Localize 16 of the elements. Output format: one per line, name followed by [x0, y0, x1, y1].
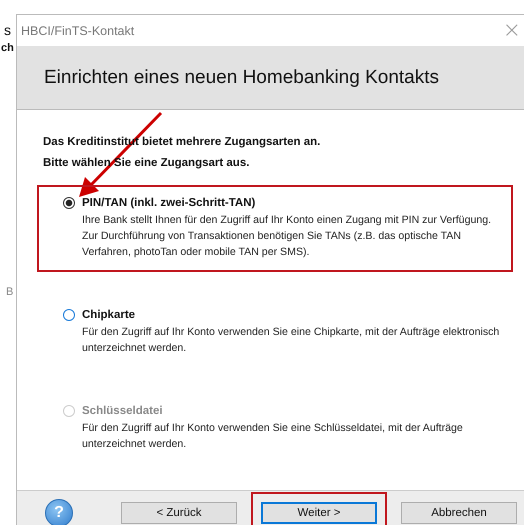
background-text: B — [6, 286, 14, 298]
radio-button[interactable] — [63, 197, 75, 209]
radio-button[interactable] — [63, 309, 75, 321]
window-title: HBCI/FinTS-Kontakt — [21, 24, 134, 38]
wizard-button[interactable]: Abbrechen — [401, 502, 517, 524]
option-description: Für den Zugriff auf Ihr Konto verwenden Sie eine Chipkarte, mit der Aufträge elektronisch unterzeichnet werden. — [82, 325, 500, 356]
instruction-text: Bitte wählen Sie eine Zugangsart aus. — [43, 157, 250, 169]
option-label[interactable]: PIN/TAN (inkl. zwei-Schritt-TAN) — [82, 197, 256, 209]
wizard-button[interactable]: Weiter > — [261, 502, 377, 524]
background-text: ch — [1, 42, 14, 54]
background-text: s — [4, 22, 11, 38]
wizard-button[interactable]: < Zurück — [121, 502, 237, 524]
option-label[interactable]: Chipkarte — [82, 309, 136, 321]
option-description: Für den Zugriff auf Ihr Konto verwenden Sie eine Schlüsseldatei, mit der Aufträge unterzeichnet werden. — [82, 421, 464, 452]
header-title: Einrichten eines neuen Homebanking Kontakts — [44, 66, 440, 88]
option-description: Ihre Bank stellt Ihnen für den Zugriff auf Ihr Konto einen Zugang mit PIN zur Verfügung. Zur Durchführung von Transaktionen benötigen Sie TANs (z.B. das optische TAN Verfahren, photoTan oder mobile TAN per SMS). — [82, 213, 492, 260]
